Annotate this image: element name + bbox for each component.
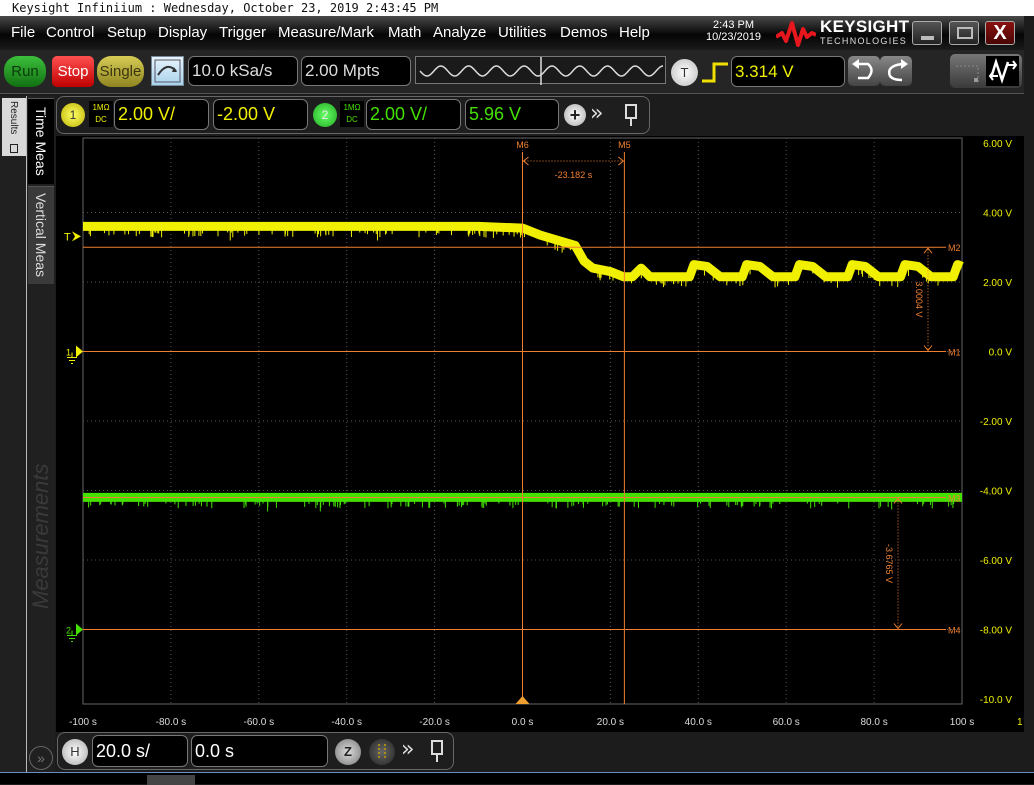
marker-m2-label: M2 (948, 243, 961, 253)
x-tick-label: -100 s (69, 717, 97, 728)
x-tick-label: 20.0 s (597, 717, 624, 728)
y-tick-label: 0.0 V (989, 348, 1013, 359)
y-tick-label: -4.00 V (980, 487, 1013, 498)
marker-m4-label: M4 (948, 626, 961, 636)
y-tick-label: 2.00 V (983, 278, 1012, 289)
x-tick-label: -80.0 s (156, 717, 187, 728)
horizontal-ref-button[interactable] (369, 739, 395, 765)
marker-m1-label: M1 (948, 348, 961, 358)
expand-panel-button[interactable]: » (29, 746, 53, 770)
horizontal-button[interactable]: H (62, 739, 88, 765)
x-tick-label: 0.0 s (512, 717, 534, 728)
timebase-field[interactable]: 20.0 s/ (92, 735, 188, 767)
x-tick-label: -60.0 s (244, 717, 275, 728)
y-tick-label: -2.00 V (980, 417, 1013, 428)
more-horizontal-icon[interactable]: » (401, 737, 414, 763)
y-tick-label: 4.00 V (983, 209, 1012, 220)
x-tick-label: 60.0 s (773, 717, 800, 728)
zoom-button[interactable]: Z (335, 739, 361, 765)
x-tick-label: 40.0 s (685, 717, 712, 728)
x-tick-label: 80.0 s (860, 717, 887, 728)
delta-time-label: -23.182 s (555, 170, 593, 180)
horizontal-pin-icon[interactable] (429, 739, 445, 763)
channel-1-ground-marker-label: 1 (66, 348, 71, 358)
waveform-display[interactable]: M1 M2 M3 M4 M6 M5 -23.182 s 3.0004 V -3.6765 V -… (0, 0, 1034, 732)
y-tick-label: -8.00 V (980, 626, 1013, 637)
x-tick-label: -20.0 s (419, 717, 450, 728)
horizontal-position-field[interactable]: 0.0 s (191, 735, 328, 767)
y-tick-label: -10.0 V (980, 695, 1013, 706)
marker-m3-label: M3 (948, 493, 961, 503)
horizontal-bar: H 20.0 s/ 0.0 s Z » (57, 732, 454, 770)
reference-lines-icon (378, 744, 386, 760)
channel-2-ground-marker-label: 2 (66, 626, 71, 636)
x-tick-label: 100 s (950, 717, 974, 728)
marker-m5-label: M5 (618, 140, 631, 150)
x-tick-label: -40.0 s (331, 717, 362, 728)
y-tick-label: -6.00 V (980, 556, 1013, 567)
delta-v1-label: 3.0004 V (914, 281, 924, 317)
delta-v2-label: -3.6765 V (884, 544, 894, 583)
status-strip (0, 772, 1034, 785)
marker-m6-label: M6 (516, 140, 529, 150)
y-tick-label: 6.00 V (983, 139, 1012, 150)
trigger-level-marker: T (64, 231, 71, 243)
axis-end-label: 1 (1017, 717, 1023, 728)
